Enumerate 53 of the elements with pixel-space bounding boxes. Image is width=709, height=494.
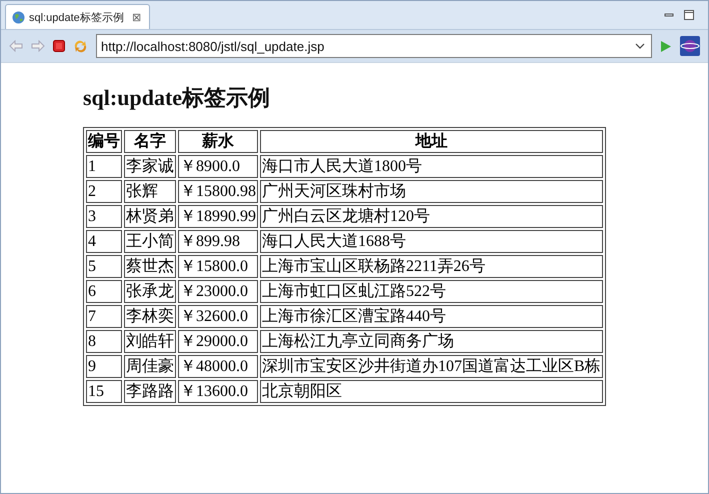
table-cell: 北京朝阳区 (260, 380, 603, 403)
browser-tab[interactable]: sql:update标签示例 ⊠ (5, 4, 150, 29)
table-cell: 2 (86, 180, 122, 203)
table-cell: 蔡世杰 (124, 255, 176, 278)
table-cell: 6 (86, 280, 122, 303)
table-cell: ￥899.98 (178, 230, 258, 253)
table-cell: 8 (86, 330, 122, 353)
table-cell: ￥8900.0 (178, 155, 258, 178)
table-cell: 海口市人民大道1800号 (260, 155, 603, 178)
maximize-icon[interactable] (684, 10, 694, 20)
globe-icon (12, 10, 25, 24)
table-cell: 7 (86, 305, 122, 328)
table-cell: 上海市徐汇区漕宝路440号 (260, 305, 603, 328)
table-cell: 3 (86, 205, 122, 228)
table-cell: ￥48000.0 (178, 355, 258, 378)
column-header: 地址 (260, 130, 603, 153)
table-cell: 李路路 (124, 380, 176, 403)
table-cell: ￥32600.0 (178, 305, 258, 328)
table-cell: 周佳豪 (124, 355, 176, 378)
table-cell: 1 (86, 155, 122, 178)
table-cell: ￥15800.98 (178, 180, 258, 203)
table-cell: ￥15800.0 (178, 255, 258, 278)
column-header: 名字 (124, 130, 176, 153)
address-field[interactable]: http://localhost:8080/jstl/sql_update.jsp (96, 34, 652, 58)
table-cell: 上海松江九亭立同商务广场 (260, 330, 603, 353)
table-cell: 5 (86, 255, 122, 278)
table-cell: 上海市宝山区联杨路2211弄26号 (260, 255, 603, 278)
table-cell: ￥29000.0 (178, 330, 258, 353)
column-header: 编号 (86, 130, 122, 153)
table-cell: 广州白云区龙塘村120号 (260, 205, 603, 228)
page-heading: sql:update标签示例 (83, 84, 272, 112)
table-cell: ￥18990.99 (178, 205, 258, 228)
table-cell: 李家诚 (124, 155, 176, 178)
table-cell: 上海市虹口区虬江路522号 (260, 280, 603, 303)
table-cell: 广州天河区珠村市场 (260, 180, 603, 203)
dropdown-icon[interactable] (635, 43, 645, 49)
close-icon[interactable]: ⊠ (132, 10, 141, 24)
table-cell: 4 (86, 230, 122, 253)
table-cell: 9 (86, 355, 122, 378)
table-cell: 张辉 (124, 180, 176, 203)
table-cell: 李林奕 (124, 305, 176, 328)
stop-icon[interactable] (53, 40, 65, 52)
table-cell: 15 (86, 380, 122, 403)
table-cell: 深圳市宝安区沙井街道办107国道富达工业区B栋 (260, 355, 603, 378)
table-cell: ￥23000.0 (178, 280, 258, 303)
column-header: 薪水 (178, 130, 258, 153)
browser-logo-icon[interactable] (680, 36, 700, 56)
table-cell: 林贤弟 (124, 205, 176, 228)
table-cell: 张承龙 (124, 280, 176, 303)
table-cell: 王小简 (124, 230, 176, 253)
table-cell: ￥13600.0 (178, 380, 258, 403)
table-cell: 海口人民大道1688号 (260, 230, 603, 253)
table-cell: 刘皓轩 (124, 330, 176, 353)
